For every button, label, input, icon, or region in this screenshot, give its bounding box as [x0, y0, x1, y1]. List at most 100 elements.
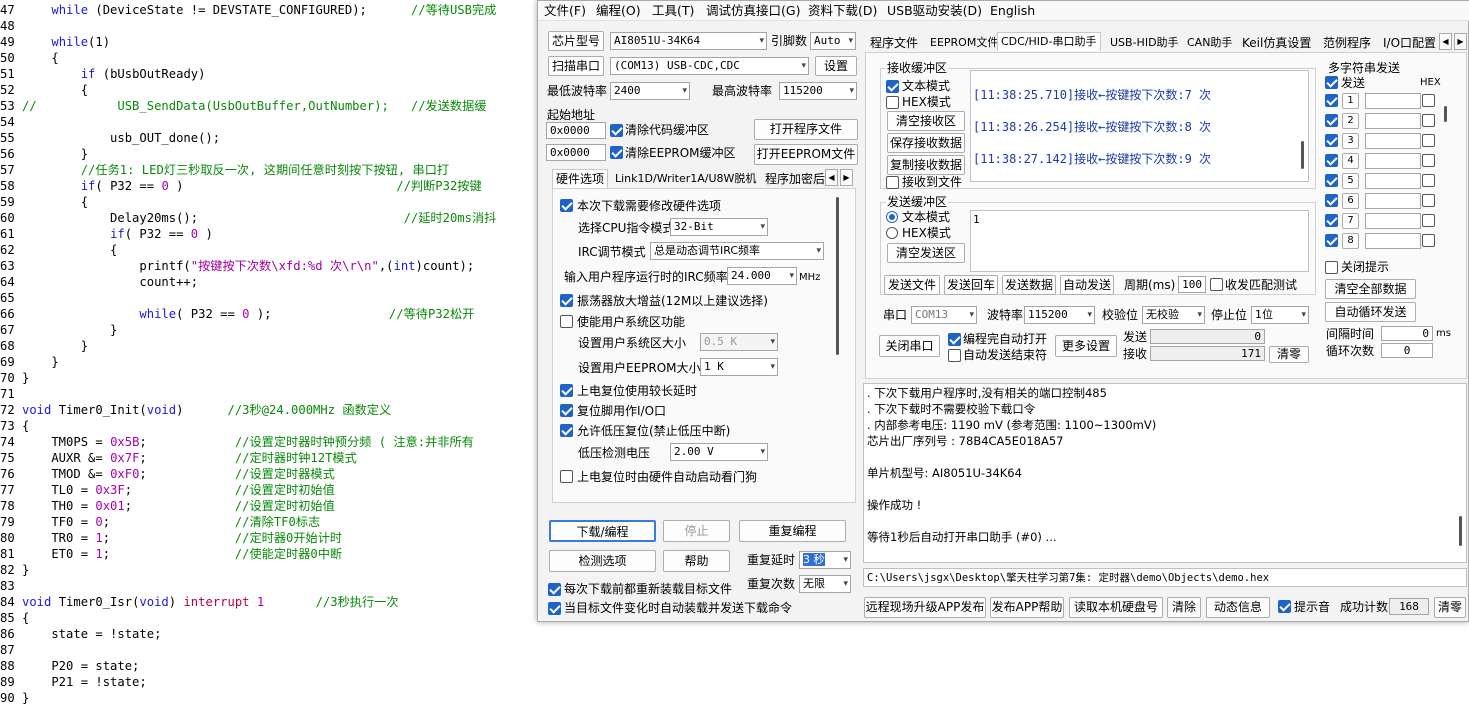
modify-hw-checkbox[interactable]: [560, 199, 573, 212]
multi-send-input[interactable]: [1365, 113, 1421, 129]
open-program-file-button[interactable]: 打开程序文件: [754, 119, 858, 140]
multi-send-input[interactable]: [1365, 133, 1421, 149]
remote-upgrade-button[interactable]: 远程现场升级APP发布: [864, 597, 986, 618]
multi-send-checkbox[interactable]: [1325, 134, 1338, 147]
menu-file[interactable]: 文件(F): [544, 3, 586, 19]
stopbit-select[interactable]: 1位 ▾: [1251, 306, 1309, 324]
com-port-select[interactable]: (COM13) USB-CDC,CDC ▾: [610, 57, 809, 75]
clear-eeprom-checkbox[interactable]: [610, 146, 623, 159]
rx-to-file-checkbox[interactable]: [886, 176, 899, 189]
multi-send-all-checkbox[interactable]: [1325, 76, 1338, 89]
auto-loop-send-button[interactable]: 自动循环发送: [1325, 302, 1416, 322]
watchdog-checkbox[interactable]: [560, 470, 573, 483]
multi-hex-checkbox[interactable]: [1422, 94, 1435, 107]
multi-send-row-button[interactable]: 8: [1342, 233, 1359, 249]
publish-help-button[interactable]: 发布APP帮助: [990, 597, 1064, 618]
max-baud-select[interactable]: 115200 ▾: [779, 82, 857, 100]
auto-send-end-checkbox[interactable]: [948, 349, 961, 362]
reprogram-button[interactable]: 重复编程: [739, 520, 846, 542]
tx-hex-mode-radio[interactable]: [886, 227, 898, 239]
clear-log-button[interactable]: 清除: [1167, 597, 1201, 618]
send-enter-button[interactable]: 发送回车: [944, 275, 998, 295]
clear-receive-button[interactable]: 清空接收区: [887, 111, 965, 131]
auto-send-button[interactable]: 自动发送: [1060, 275, 1114, 295]
interval-input[interactable]: 0: [1381, 326, 1433, 341]
menu-english[interactable]: English: [990, 3, 1035, 19]
multi-send-input[interactable]: [1365, 93, 1421, 109]
settings-button[interactable]: 设置: [815, 56, 857, 76]
multi-hex-checkbox[interactable]: [1422, 214, 1435, 227]
rx-hex-mode-checkbox[interactable]: [886, 96, 899, 109]
multi-send-input[interactable]: [1365, 193, 1421, 209]
code-address-input[interactable]: 0x0000: [546, 122, 606, 139]
eeprom-address-input[interactable]: 0x0000: [546, 144, 606, 161]
match-test-checkbox[interactable]: [1210, 278, 1223, 291]
baud-select[interactable]: 115200 ▾: [1024, 306, 1095, 324]
tab-offline[interactable]: Link1D/Writer1A/U8W脱机: [612, 170, 759, 188]
sound-checkbox[interactable]: [1278, 600, 1291, 613]
read-disk-button[interactable]: 读取本机硬盘号: [1069, 597, 1163, 618]
multi-hex-checkbox[interactable]: [1422, 154, 1435, 167]
multi-send-row-button[interactable]: 6: [1342, 193, 1359, 209]
multi-send-checkbox[interactable]: [1325, 194, 1338, 207]
period-input[interactable]: 100: [1178, 276, 1206, 293]
cpu-mode-select[interactable]: 32-Bit ▾: [670, 218, 768, 236]
send-file-button[interactable]: 发送文件: [884, 275, 940, 295]
pin-count-select[interactable]: Auto ▾: [810, 32, 856, 50]
download-button[interactable]: 下载/编程: [549, 520, 656, 542]
menu-program[interactable]: 编程(O): [596, 3, 641, 19]
help-button[interactable]: 帮助: [663, 550, 730, 572]
serial-port-select[interactable]: COM13 ▾: [911, 306, 977, 324]
min-baud-select[interactable]: 2400 ▾: [610, 82, 690, 100]
multi-send-row-button[interactable]: 1: [1342, 93, 1359, 109]
tab-examples[interactable]: 范例程序: [1320, 34, 1374, 52]
multi-send-input[interactable]: [1365, 173, 1421, 189]
auto-reload-checkbox[interactable]: [548, 602, 561, 615]
reset-success-button[interactable]: 清零: [1434, 597, 1466, 618]
tx-text-mode-radio[interactable]: [886, 211, 898, 223]
tab-hardware-options[interactable]: 硬件选项: [552, 169, 609, 188]
receive-textbox[interactable]: [11:38:25.710]接收←按键按下次数:7 次 [11:38:26.25…: [970, 70, 1309, 182]
multi-send-row-button[interactable]: 4: [1342, 153, 1359, 169]
low-volt-checkbox[interactable]: [560, 424, 573, 437]
right-tab-scroll-left-icon[interactable]: ◀: [1439, 33, 1452, 50]
tab-eeprom-file[interactable]: EEPROM文件: [927, 34, 1001, 52]
irc-freq-select[interactable]: 24.000 ▾: [727, 267, 797, 285]
menu-debug[interactable]: 调试仿真接口(G): [706, 3, 800, 19]
output-log[interactable]: . 下次下载用户程序时,没有相关的端口控制485 . 下次下载时不需要校验下载口令…: [863, 383, 1467, 563]
stop-button[interactable]: 停止: [663, 520, 730, 542]
user-sys-checkbox[interactable]: [560, 315, 573, 328]
menu-download[interactable]: 资料下载(D): [808, 3, 877, 19]
repeat-delay-select[interactable]: 3 秒 ▾: [799, 551, 851, 569]
multi-send-row-button[interactable]: 7: [1342, 213, 1359, 229]
parity-select[interactable]: 无校验 ▾: [1142, 306, 1205, 324]
dynamic-info-button[interactable]: 动态信息: [1206, 597, 1270, 618]
tab-keil-settings[interactable]: Keil仿真设置: [1239, 34, 1314, 52]
multi-send-checkbox[interactable]: [1325, 214, 1338, 227]
multi-send-row-button[interactable]: 3: [1342, 133, 1359, 149]
multi-send-checkbox[interactable]: [1325, 94, 1338, 107]
irc-mode-select[interactable]: 总是动态调节IRC频率 ▾: [650, 242, 824, 260]
tab-io-config[interactable]: I/O口配置: [1380, 34, 1438, 52]
scan-port-button[interactable]: 扫描串口: [548, 56, 604, 76]
code-editor[interactable]: 47 while (DeviceState != DEVSTATE_CONFIG…: [0, 0, 540, 708]
multi-send-checkbox[interactable]: [1325, 154, 1338, 167]
options-scrollbar[interactable]: [836, 197, 839, 355]
osc-gain-checkbox[interactable]: [560, 294, 573, 307]
clear-all-data-button[interactable]: 清空全部数据: [1325, 279, 1416, 299]
tab-encryption[interactable]: 程序加密后: [762, 170, 828, 188]
tab-usb-hid[interactable]: USB-HID助手: [1107, 34, 1182, 52]
right-tab-scroll-right-icon[interactable]: ▶: [1454, 33, 1467, 50]
repeat-count-select[interactable]: 无限 ▾: [799, 575, 851, 593]
multi-send-scrollbar[interactable]: [1444, 106, 1447, 122]
clear-counts-button[interactable]: 清零: [1269, 346, 1309, 363]
volt-select[interactable]: 2.00 V ▾: [670, 443, 768, 461]
chip-model-select[interactable]: AI8051U-34K64 ▾: [610, 32, 767, 50]
tab-can[interactable]: CAN助手: [1184, 34, 1235, 52]
tab-program-file[interactable]: 程序文件: [867, 34, 921, 52]
multi-hex-checkbox[interactable]: [1422, 194, 1435, 207]
tab-serial-assistant[interactable]: CDC/HID-串口助手: [997, 32, 1101, 51]
multi-send-row-button[interactable]: 2: [1342, 113, 1359, 129]
multi-send-input[interactable]: [1365, 153, 1421, 169]
clear-send-button[interactable]: 清空发送区: [887, 243, 965, 263]
